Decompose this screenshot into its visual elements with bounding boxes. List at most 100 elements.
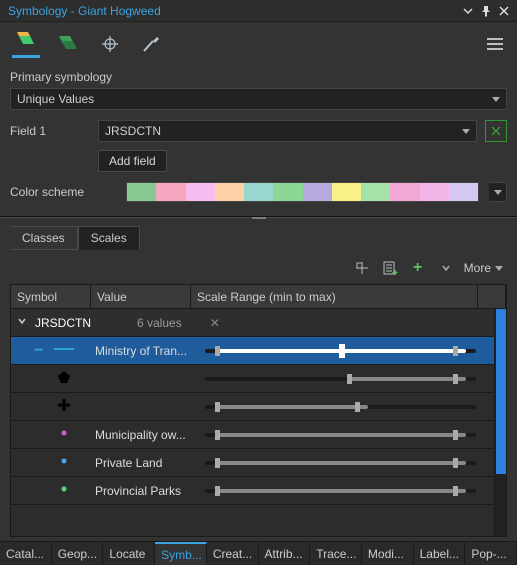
scrollbar-thumb[interactable] bbox=[496, 309, 506, 474]
th-symbol[interactable]: Symbol bbox=[11, 285, 91, 308]
footer-tab[interactable]: Geop... bbox=[52, 542, 104, 565]
th-value[interactable]: Value bbox=[91, 285, 191, 308]
symbol-layer-drawing-icon[interactable] bbox=[96, 30, 124, 58]
add-field-button[interactable]: Add field bbox=[98, 150, 167, 172]
group-remove-icon[interactable]: ✕ bbox=[210, 316, 220, 330]
range-min-handle[interactable] bbox=[215, 430, 220, 440]
symbol-cell[interactable] bbox=[11, 397, 91, 416]
color-swatch bbox=[273, 183, 302, 201]
symbol-cell[interactable] bbox=[11, 483, 91, 498]
table-row[interactable]: Municipality ow... bbox=[11, 421, 506, 449]
footer-tab[interactable]: Label... bbox=[414, 542, 466, 565]
range-min-handle[interactable] bbox=[347, 374, 352, 384]
color-swatch bbox=[127, 183, 156, 201]
field1-label: Field 1 bbox=[10, 124, 90, 138]
scale-range-cell[interactable] bbox=[191, 477, 506, 505]
range-max-handle[interactable] bbox=[453, 486, 458, 496]
advanced-symbology-icon[interactable] bbox=[138, 30, 166, 58]
table-row[interactable]: − Ministry of Tran... bbox=[11, 337, 506, 365]
scale-range-cell[interactable] bbox=[191, 393, 506, 421]
color-swatch bbox=[332, 183, 361, 201]
color-swatch bbox=[303, 183, 332, 201]
range-max-handle[interactable] bbox=[453, 374, 458, 384]
symbol-cell[interactable] bbox=[11, 455, 91, 470]
color-scheme-ramp[interactable] bbox=[126, 182, 479, 202]
symbol-preview-icon bbox=[58, 427, 70, 442]
value-cell[interactable]: Ministry of Tran... bbox=[91, 344, 191, 358]
footer-tab[interactable]: Modi... bbox=[362, 542, 414, 565]
range-knob[interactable] bbox=[339, 344, 345, 358]
more-menu[interactable]: More bbox=[464, 261, 503, 275]
symbol-cell[interactable] bbox=[11, 369, 91, 388]
vertical-scrollbar[interactable] bbox=[494, 309, 506, 536]
group-count: 6 values bbox=[137, 316, 182, 330]
close-icon[interactable] bbox=[495, 3, 513, 19]
value-cell[interactable]: Municipality ow... bbox=[91, 428, 191, 442]
color-scheme-dropdown-icon[interactable] bbox=[489, 182, 507, 202]
range-active bbox=[215, 461, 465, 465]
scales-toolbar: + More bbox=[10, 258, 507, 284]
range-max-handle[interactable] bbox=[453, 458, 458, 468]
symbol-cell[interactable] bbox=[11, 427, 91, 442]
range-min-handle[interactable] bbox=[215, 486, 220, 496]
color-swatch bbox=[156, 183, 185, 201]
scale-range-cell[interactable] bbox=[191, 449, 506, 477]
primary-symbology-tab-icon[interactable] bbox=[12, 30, 40, 58]
table-row[interactable] bbox=[11, 393, 506, 421]
th-spacer bbox=[478, 285, 506, 308]
range-active bbox=[215, 405, 367, 409]
value-cell[interactable]: Private Land bbox=[91, 456, 191, 470]
hamburger-menu-icon[interactable] bbox=[481, 30, 509, 58]
row-collapse-icon[interactable]: − bbox=[32, 342, 46, 360]
renderer-select[interactable]: Unique Values bbox=[10, 88, 507, 110]
value-cell[interactable]: Provincial Parks bbox=[91, 484, 191, 498]
scale-range-cell[interactable] bbox=[191, 337, 506, 365]
th-range[interactable]: Scale Range (min to max) bbox=[191, 285, 478, 308]
chevron-down-icon[interactable] bbox=[17, 316, 27, 329]
footer-tab[interactable]: Catal... bbox=[0, 542, 52, 565]
range-max-handle[interactable] bbox=[453, 430, 458, 440]
footer-tab[interactable]: Symb... bbox=[155, 542, 207, 565]
section-divider[interactable] bbox=[0, 216, 517, 218]
add-values-from-data-icon[interactable] bbox=[380, 258, 400, 278]
primary-symbology-heading: Primary symbology bbox=[10, 70, 507, 84]
color-swatch bbox=[390, 183, 419, 201]
tab-scales[interactable]: Scales bbox=[78, 226, 140, 250]
color-scheme-label: Color scheme bbox=[10, 185, 116, 199]
field1-row: Field 1 JRSDCTN bbox=[10, 120, 507, 142]
add-unlisted-values-icon[interactable] bbox=[352, 258, 372, 278]
footer-tab[interactable]: Locate bbox=[103, 542, 155, 565]
range-min-handle[interactable] bbox=[215, 402, 220, 412]
table-row[interactable] bbox=[11, 365, 506, 393]
pin-icon[interactable] bbox=[477, 3, 495, 19]
footer-tab[interactable]: Creat... bbox=[207, 542, 259, 565]
scale-range-cell[interactable] bbox=[191, 365, 506, 393]
range-active bbox=[215, 433, 465, 437]
range-max-handle[interactable] bbox=[453, 346, 458, 356]
symbol-preview-icon bbox=[56, 397, 72, 416]
footer-tab[interactable]: Pop-... bbox=[465, 542, 517, 565]
range-min-handle[interactable] bbox=[215, 346, 220, 356]
table-row[interactable]: Private Land bbox=[11, 449, 506, 477]
add-value-button[interactable]: + bbox=[408, 258, 428, 278]
main-content: Primary symbology Unique Values Field 1 … bbox=[0, 62, 517, 541]
group-row[interactable]: JRSDCTN6 values✕ bbox=[11, 309, 506, 337]
field1-select-value: JRSDCTN bbox=[105, 124, 161, 138]
symbol-preview-icon bbox=[58, 455, 70, 470]
classes-scales-tabs: Classes Scales bbox=[10, 226, 507, 250]
vary-by-attribute-tab-icon[interactable] bbox=[54, 30, 82, 58]
menu-dropdown-icon[interactable] bbox=[459, 3, 477, 19]
footer-tab[interactable]: Attrib... bbox=[259, 542, 311, 565]
more-label: More bbox=[464, 261, 491, 275]
footer-tab[interactable]: Trace... bbox=[310, 542, 362, 565]
range-min-handle[interactable] bbox=[215, 458, 220, 468]
field1-select[interactable]: JRSDCTN bbox=[98, 120, 477, 142]
range-max-handle[interactable] bbox=[355, 402, 360, 412]
expression-builder-button[interactable] bbox=[485, 120, 507, 142]
add-value-dropdown-icon[interactable] bbox=[436, 258, 456, 278]
tab-classes[interactable]: Classes bbox=[10, 226, 78, 250]
symbol-preview-icon bbox=[52, 343, 76, 358]
scale-range-cell[interactable] bbox=[191, 421, 506, 449]
table-row[interactable]: Provincial Parks bbox=[11, 477, 506, 505]
symbol-cell[interactable]: − bbox=[11, 342, 91, 360]
